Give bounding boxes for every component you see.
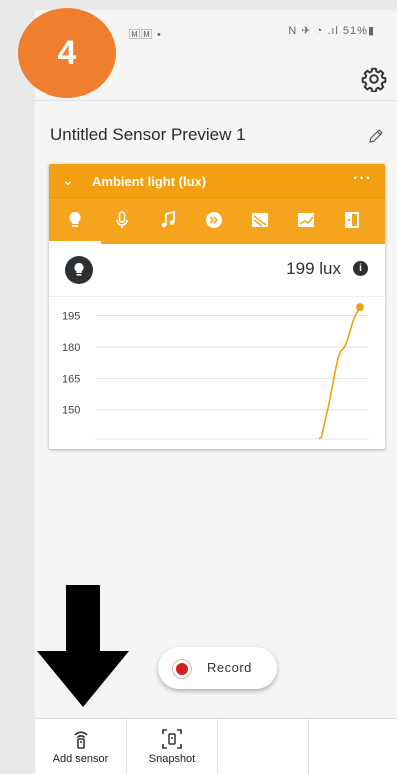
- record-button[interactable]: Record: [158, 647, 277, 689]
- light-bulb-icon: [69, 212, 81, 227]
- light-bulb-icon: [65, 256, 93, 284]
- series-line: [318, 306, 361, 440]
- accelerometer-icon: [252, 213, 268, 227]
- preview-title: Untitled Sensor Preview 1: [50, 125, 246, 144]
- last-point-marker: [356, 303, 364, 312]
- record-icon: [172, 659, 192, 679]
- down-arrow-icon: [37, 585, 129, 707]
- sensor-card-header[interactable]: ⌄ Ambient light (lux) ···: [49, 164, 385, 197]
- y-tick-label: 180: [62, 342, 80, 354]
- status-right: N ✈ ◔ .ıl 51%▮: [288, 25, 375, 37]
- sensor-card-title: Ambient light (lux): [92, 174, 207, 189]
- bottom-nav: Add sensor Snapshot: [35, 718, 397, 774]
- tab-pitch[interactable]: [148, 198, 188, 242]
- info-icon[interactable]: i: [353, 261, 368, 276]
- settings-gear-icon[interactable]: [361, 66, 387, 92]
- microphone-icon: [116, 211, 128, 228]
- tab-magnetometer[interactable]: [332, 198, 372, 242]
- status-left: 🄼🄼 •: [129, 29, 162, 41]
- tab-accelerometer[interactable]: [240, 198, 280, 242]
- snapshot-button[interactable]: Snapshot: [127, 719, 218, 774]
- y-tick-label: 165: [62, 373, 80, 385]
- sensor-card: ⌄ Ambient light (lux) ··· 199 lux i 195 …: [49, 164, 385, 449]
- magnetometer-icon: [345, 212, 359, 228]
- sensor-tabs: [49, 197, 385, 244]
- edit-pencil-icon[interactable]: [367, 127, 385, 145]
- y-tick-label: 195: [62, 311, 80, 323]
- sensor-line-chart: 195 180 165 150: [62, 303, 369, 440]
- preview-title-row: Untitled Sensor Preview 1: [50, 125, 390, 155]
- record-label: Record: [207, 660, 252, 675]
- tab-sound[interactable]: [102, 198, 142, 242]
- step-number-badge: 4: [18, 8, 116, 98]
- snapshot-icon: [162, 729, 182, 749]
- sensor-icon: [73, 731, 88, 749]
- speed-icon: [206, 212, 222, 228]
- tilt-icon: [298, 213, 314, 227]
- add-sensor-label: Add sensor: [52, 753, 109, 765]
- tab-tilt[interactable]: [286, 198, 326, 242]
- y-tick-label: 150: [62, 405, 80, 417]
- music-note-icon: [161, 210, 175, 228]
- sensor-reading: 199 lux: [286, 259, 341, 278]
- tab-ambient-light[interactable]: [49, 198, 101, 244]
- snapshot-label: Snapshot: [148, 753, 196, 765]
- tab-linear-accel[interactable]: [194, 198, 234, 242]
- chevron-down-icon[interactable]: ⌄: [62, 172, 74, 189]
- more-options-icon[interactable]: ···: [353, 170, 372, 188]
- add-sensor-button[interactable]: Add sensor: [35, 719, 127, 774]
- nav-empty-slot: [218, 719, 309, 774]
- reading-row: 199 lux i: [49, 244, 385, 297]
